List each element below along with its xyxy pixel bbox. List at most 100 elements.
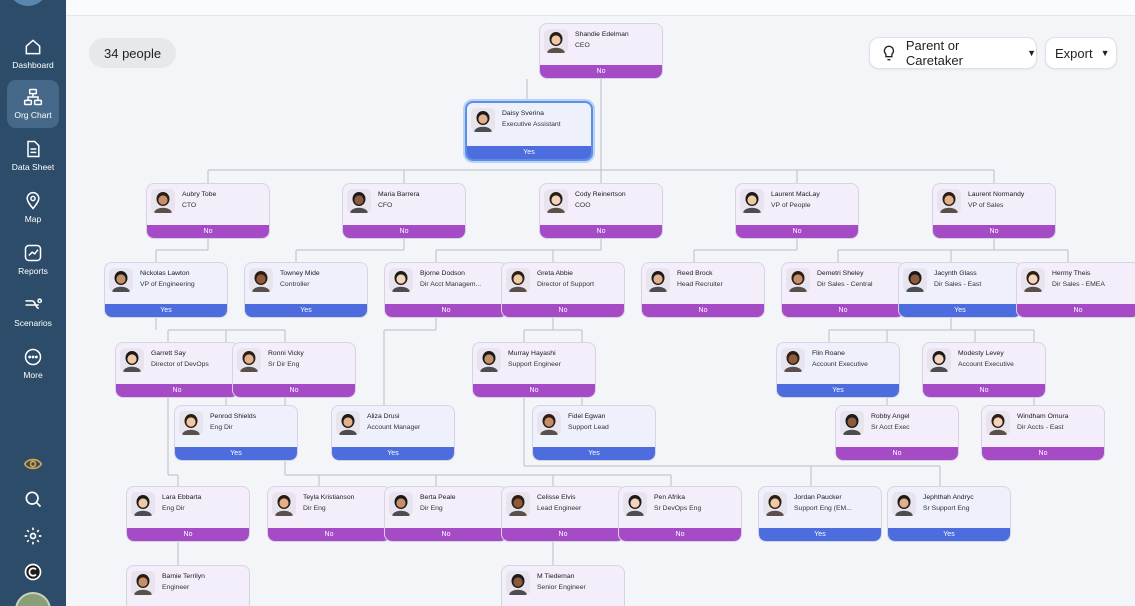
- person-title: Dir Accts - East: [1017, 424, 1064, 431]
- person-title: VP of Engineering: [140, 281, 195, 288]
- org-card[interactable]: Modesty Levey Account Executive No: [922, 342, 1046, 398]
- person-title: Sr DevOps Eng: [654, 505, 702, 512]
- person-title: Dir Eng: [303, 505, 326, 512]
- lightbulb-icon: [883, 45, 895, 61]
- org-card[interactable]: Lara Ebbarta Eng Dir No: [126, 486, 250, 542]
- status-bar: Yes: [759, 528, 881, 541]
- person-name: Jordan Paucker: [794, 494, 842, 501]
- status-bar: Yes: [245, 304, 367, 317]
- person-name: Towney Mide: [280, 270, 320, 277]
- status-bar: Yes: [467, 146, 591, 159]
- person-name: M Tiedeman: [537, 573, 575, 580]
- export-button[interactable]: Export ▼: [1045, 37, 1117, 69]
- org-card[interactable]: Greta Abbie Director of Support No: [501, 262, 625, 318]
- person-title: VP of Sales: [968, 202, 1004, 209]
- org-card[interactable]: Bamie TerrilynEngineerNo: [126, 565, 250, 606]
- status-bar: Yes: [777, 384, 899, 397]
- org-card[interactable]: Aubry Tobe CTO No: [146, 183, 270, 239]
- status-bar: No: [736, 225, 858, 238]
- org-card[interactable]: Jephthah Andryc Sr Support Eng Yes: [887, 486, 1011, 542]
- org-card[interactable]: Teyla Kristianson Dir Eng No: [267, 486, 391, 542]
- person-name: Lara Ebbarta: [162, 494, 202, 501]
- org-card[interactable]: Ronni Vicky Sr Dir Eng No: [232, 342, 356, 398]
- person-name: Laurent Normandy: [968, 191, 1025, 198]
- org-card[interactable]: Berta Peale Dir Eng No: [384, 486, 508, 542]
- org-card[interactable]: Penrod Shields Eng Dir Yes: [174, 405, 298, 461]
- person-title: Eng Dir: [162, 505, 185, 512]
- avatar: [109, 268, 133, 292]
- org-card[interactable]: Jordan Paucker Support Eng (EM... Yes: [758, 486, 882, 542]
- org-card[interactable]: Aliza Drusi Account Manager Yes: [331, 405, 455, 461]
- org-card[interactable]: Towney Mide Controller Yes: [244, 262, 368, 318]
- status-bar: No: [268, 528, 390, 541]
- status-bar: Yes: [533, 447, 655, 460]
- person-title: COO: [575, 202, 591, 209]
- person-name: Reed Brock: [677, 270, 713, 277]
- avatar: [506, 268, 530, 292]
- status-bar: No: [782, 304, 904, 317]
- person-title: Support Engineer: [508, 361, 561, 368]
- person-name: Teyla Kristianson: [303, 494, 355, 501]
- avatar: [763, 492, 787, 516]
- org-card[interactable]: Robby Angel Sr Acct Exec No: [835, 405, 959, 461]
- org-card[interactable]: Laurent MacLay VP of People No: [735, 183, 859, 239]
- status-bar: No: [385, 304, 507, 317]
- people-count-badge: 34 people: [89, 38, 177, 68]
- status-bar: No: [233, 384, 355, 397]
- person-name: Laurent MacLay: [771, 191, 820, 198]
- person-name: Windham Omura: [1017, 413, 1069, 420]
- person-name: Garrett Say: [151, 350, 186, 357]
- avatar: [506, 571, 530, 595]
- org-card[interactable]: Garrett Say Director of DevOps No: [115, 342, 239, 398]
- org-card[interactable]: Jacynth Glass Dir Sales - East Yes: [898, 262, 1022, 318]
- person-name: Maria Barrera: [378, 191, 420, 198]
- org-card[interactable]: Daisy Sverina Executive Assistant Yes: [465, 101, 593, 161]
- person-name: Penrod Shields: [210, 413, 257, 420]
- status-bar: Yes: [899, 304, 1021, 317]
- person-title: Dir Sales - EMEA: [1052, 281, 1105, 288]
- org-card[interactable]: Reed Brock Head Recruiter No: [641, 262, 765, 318]
- avatar: [927, 348, 951, 372]
- status-bar: No: [473, 384, 595, 397]
- avatar: [336, 411, 360, 435]
- person-title: Sr Acct Exec: [871, 424, 910, 431]
- person-name: Hermy Theis: [1052, 270, 1091, 277]
- avatar: [781, 348, 805, 372]
- avatar: [506, 492, 530, 516]
- avatar: [840, 411, 864, 435]
- status-bar: No: [147, 225, 269, 238]
- avatar: [544, 29, 568, 53]
- org-card[interactable]: Bjorne Dodson Dir Acct Managem... No: [384, 262, 508, 318]
- org-card[interactable]: Fidel Egwan Support Lead Yes: [532, 405, 656, 461]
- org-card[interactable]: Murray Hayashi Support Engineer No: [472, 342, 596, 398]
- person-name: Nickolas Lawton: [140, 270, 190, 277]
- org-card[interactable]: Pen Afrika Sr DevOps Eng No: [618, 486, 742, 542]
- avatar: [986, 411, 1010, 435]
- person-title: Support Lead: [568, 424, 609, 431]
- org-card[interactable]: Demetri Sheley Dir Sales - Central No: [781, 262, 905, 318]
- person-name: Murray Hayashi: [508, 350, 556, 357]
- status-bar: No: [1017, 304, 1135, 317]
- person-title: Controller: [280, 281, 310, 288]
- status-bar: No: [502, 304, 624, 317]
- org-card[interactable]: Windham Omura Dir Accts - East No: [981, 405, 1105, 461]
- org-card[interactable]: Hermy Theis Dir Sales - EMEA No: [1016, 262, 1135, 318]
- avatar: [740, 189, 764, 213]
- person-name: Jacynth Glass: [934, 270, 977, 277]
- status-bar: No: [116, 384, 238, 397]
- person-title: Sr Support Eng: [923, 505, 970, 512]
- org-card[interactable]: Shandie Edelman CEO No: [539, 23, 663, 79]
- org-card[interactable]: Laurent Normandy VP of Sales No: [932, 183, 1056, 239]
- status-bar: No: [343, 225, 465, 238]
- org-card[interactable]: M TiedemanSenior EngineerNo: [501, 565, 625, 606]
- filter-dropdown[interactable]: Parent or Caretaker ▼: [869, 37, 1037, 69]
- org-card[interactable]: Celisse Elvis Lead Engineer No: [501, 486, 625, 542]
- org-card[interactable]: Cody Reinertson COO No: [539, 183, 663, 239]
- avatar: [272, 492, 296, 516]
- person-name: Demetri Sheley: [817, 270, 864, 277]
- org-card[interactable]: Nickolas Lawton VP of Engineering Yes: [104, 262, 228, 318]
- org-card[interactable]: Flin Roane Account Executive Yes: [776, 342, 900, 398]
- org-card[interactable]: Maria Barrera CFO No: [342, 183, 466, 239]
- person-title: Eng Dir: [210, 424, 233, 431]
- person-name: Aubry Tobe: [182, 191, 217, 198]
